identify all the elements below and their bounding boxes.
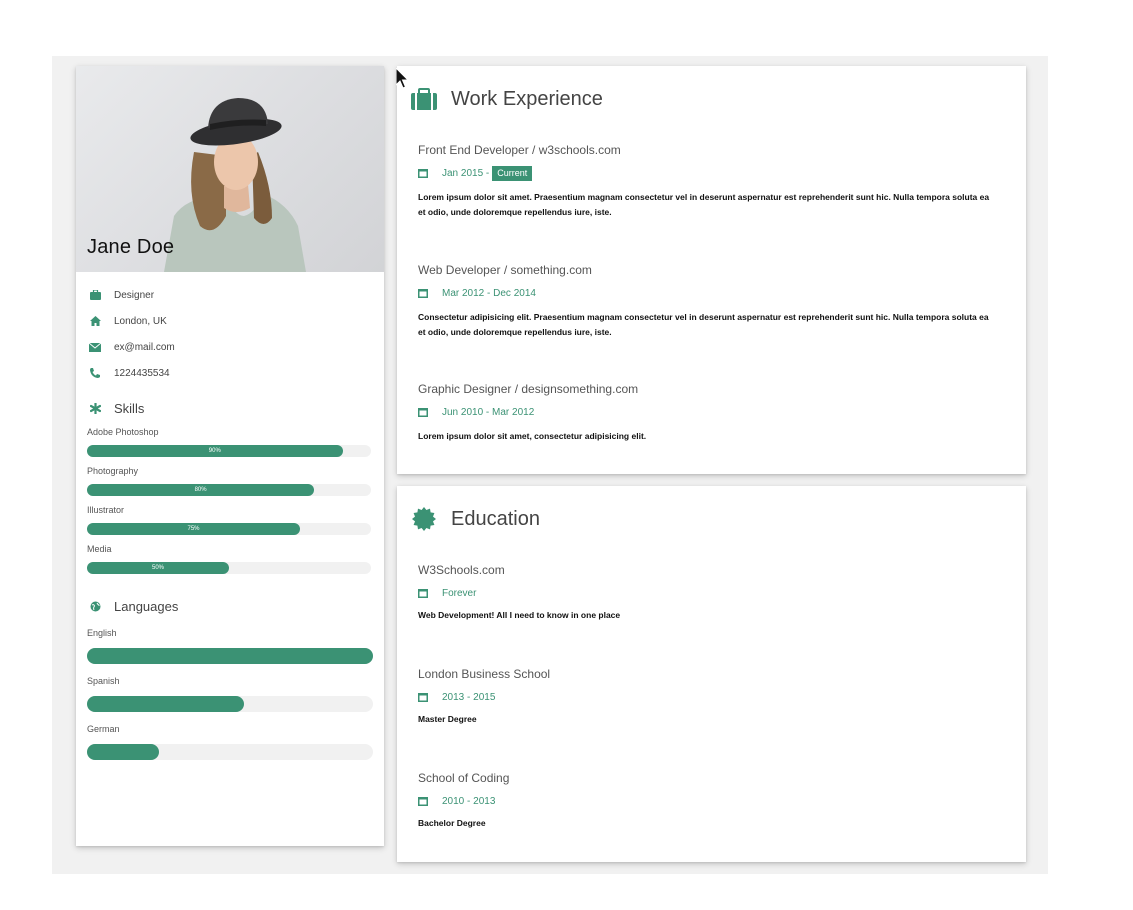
skills-heading-label: Skills [114,400,145,416]
phone-icon [88,366,102,380]
education-entry-title: W3Schools.com [418,563,505,577]
work-entry-date: Jan 2015 - Current [418,165,998,181]
work-entry-description: Lorem ipsum dolor sit amet. Praesentium … [418,192,990,217]
globe-icon [88,599,102,613]
education-entry-date-text: Forever [442,587,477,599]
home-icon [88,314,102,328]
skill-progress-track: 90% [87,445,371,457]
language-progress-track [87,696,373,712]
skill-progress-track: 50% [87,562,371,574]
education-entry-title: School of Coding [418,771,510,785]
language-progress-fill [87,744,159,760]
profile-card: Jane Doe Designer London, UK ex@mail.com… [76,66,384,846]
language-progress-track [87,744,373,760]
language-progress-fill [87,696,245,712]
education-title: Education [411,506,540,532]
education-entry-date-text: 2013 - 2015 [442,691,496,703]
skills-heading: Skills [88,398,384,418]
language-spanish: Spanish [87,676,384,712]
skill-label: Media [87,544,112,554]
education-entry: W3Schools.com Forever Web Development! A… [418,563,998,620]
skill-progress-track: 75% [87,523,371,535]
education-entry: School of Coding 2010 - 2013 Bachelor De… [418,771,998,828]
languages-heading: Languages [88,596,384,616]
work-entry-date-text: Jan 2015 - [442,167,490,179]
info-job: Designer [88,282,384,308]
work-experience-title-label: Work Experience [451,87,603,110]
education-title-label: Education [451,507,540,530]
skill-illustrator: Illustrator 75% [87,505,384,535]
skill-progress-fill: 50% [87,562,229,574]
envelope-icon [88,340,102,354]
briefcase-icon [411,86,437,112]
calendar-icon [418,288,428,298]
education-entry-date-text: 2010 - 2013 [442,795,496,807]
work-entry-date-text: Mar 2012 - Dec 2014 [442,287,536,299]
contact-info: Designer London, UK ex@mail.com 12244355… [76,272,384,386]
work-entry-date-text: Jun 2010 - Mar 2012 [442,406,535,418]
location-text: London, UK [114,315,167,327]
education-entry-description: Master Degree [418,714,477,724]
skill-media: Media 50% [87,544,384,574]
certificate-icon [411,506,437,532]
education-entry-description: Web Development! All I need to know in o… [418,610,621,620]
skill-progress-fill: 80% [87,484,315,496]
work-entry-date: Jun 2010 - Mar 2012 [418,404,998,420]
language-label: German [87,724,120,734]
work-entry-title: Web Developer / something.com [418,263,592,277]
info-email: ex@mail.com [88,334,384,360]
work-entry-description: Consectetur adipisicing elit. Praesentiu… [418,312,989,337]
asterisk-icon [88,401,102,415]
skill-progress-fill: 75% [87,523,300,535]
email-text: ex@mail.com [114,341,175,353]
work-entry: Front End Developer / w3schools.com Jan … [418,143,998,220]
briefcase-icon [88,288,102,302]
skill-progress-track: 80% [87,484,371,496]
work-entry-description: Lorem ipsum dolor sit amet, consectetur … [418,431,647,441]
calendar-icon [418,407,428,417]
education-entry-date: 2013 - 2015 [418,689,998,705]
skill-label: Photography [87,466,139,476]
language-english: English [87,628,384,664]
language-label: English [87,628,117,638]
work-entry-title: Front End Developer / w3schools.com [418,143,621,157]
language-progress-fill [87,648,373,664]
info-phone: 1224435534 [88,360,384,386]
current-badge: Current [492,165,533,181]
profile-photo: Jane Doe [76,66,384,272]
calendar-icon [418,588,428,598]
language-german: German [87,724,384,760]
work-experience-title: Work Experience [411,86,603,112]
work-entry: Web Developer / something.com Mar 2012 -… [418,263,998,340]
education-card: Education W3Schools.com Forever Web Deve… [397,486,1026,862]
work-experience-card: Work Experience Front End Developer / w3… [397,66,1026,474]
skill-photoshop: Adobe Photoshop 90% [87,427,384,457]
language-progress-track [87,648,373,664]
calendar-icon [418,692,428,702]
calendar-icon [418,168,428,178]
skill-photography: Photography 80% [87,466,384,496]
skill-label: Illustrator [87,505,125,515]
work-entry-date: Mar 2012 - Dec 2014 [418,285,998,301]
skill-progress-fill: 90% [87,445,343,457]
languages-heading-label: Languages [114,598,179,614]
phone-text: 1224435534 [114,367,170,379]
education-entry-title: London Business School [418,667,551,681]
work-entry: Graphic Designer / designsomething.com J… [418,382,998,444]
calendar-icon [418,796,428,806]
education-entry-date: Forever [418,585,998,601]
mouse-cursor-icon [395,66,410,95]
education-entry: London Business School 2013 - 2015 Maste… [418,667,998,724]
info-location: London, UK [88,308,384,334]
education-entry-date: 2010 - 2013 [418,793,998,809]
profile-name: Jane Doe [87,236,175,258]
work-entry-title: Graphic Designer / designsomething.com [418,382,639,396]
language-label: Spanish [87,676,120,686]
education-entry-description: Bachelor Degree [418,818,486,828]
job-text: Designer [114,289,155,301]
skill-label: Adobe Photoshop [87,427,159,437]
